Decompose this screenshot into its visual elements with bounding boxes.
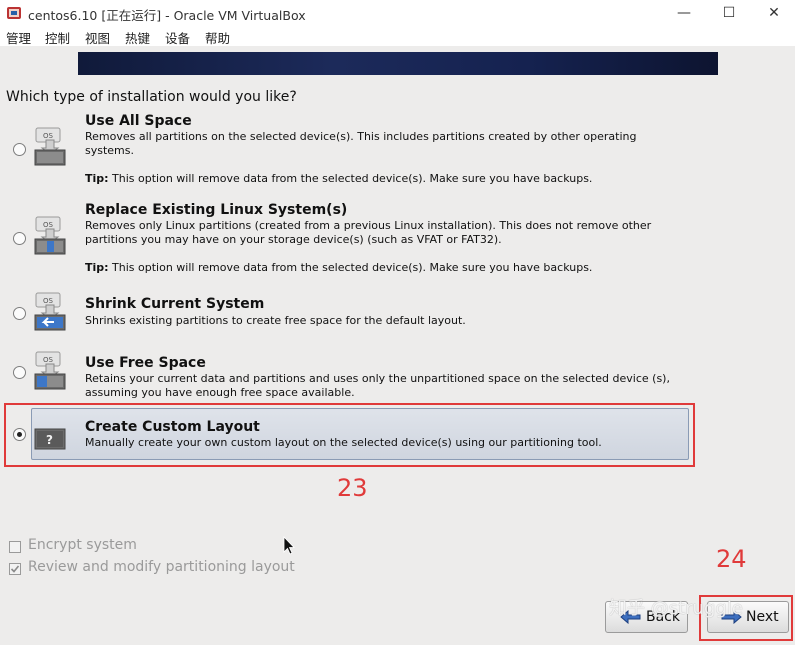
tip-text: This option will remove data from the se…: [112, 261, 593, 274]
option-description: Removes all partitions on the selected d…: [85, 130, 637, 157]
svg-text:OS: OS: [43, 221, 54, 229]
annotation-box-23: [4, 403, 695, 467]
disk-shrink-icon: OS: [34, 292, 66, 331]
option-shrink-current[interactable]: OS Shrink Current System Shrinks existin…: [0, 291, 700, 341]
checkmark-icon: [10, 565, 20, 573]
virtualbox-app-icon: [7, 7, 21, 19]
radio-use-free-space[interactable]: [13, 366, 26, 379]
menu-item-hotkey[interactable]: 热键: [125, 28, 150, 47]
radio-use-all-space[interactable]: [13, 143, 26, 156]
encrypt-system-checkbox[interactable]: [9, 541, 21, 553]
option-use-free-space[interactable]: OS Use Free Space Retains your current d…: [0, 350, 700, 400]
close-icon: ✕: [768, 5, 780, 21]
minimize-button[interactable]: —: [661, 2, 707, 24]
option-use-all-space[interactable]: OS Use All Space Removes all partitions …: [0, 112, 700, 192]
option-title: Use Free Space: [85, 355, 206, 371]
watermark: 知乎 @struggle: [609, 598, 743, 619]
installer-banner: [78, 52, 718, 75]
encrypt-system-label: Encrypt system: [28, 537, 137, 553]
menu-item-help[interactable]: 帮助: [205, 28, 230, 47]
option-description: Shrinks existing partitions to create fr…: [85, 314, 466, 327]
maximize-button[interactable]: ☐: [706, 2, 752, 24]
maximize-icon: ☐: [722, 5, 736, 21]
menu-item-view[interactable]: 视图: [85, 28, 110, 47]
menu-item-devices[interactable]: 设备: [165, 28, 190, 47]
annotation-label-23: 23: [337, 474, 368, 502]
radio-shrink-current[interactable]: [13, 307, 26, 320]
svg-text:OS: OS: [43, 132, 54, 140]
window-titlebar[interactable]: centos6.10 [正在运行] - Oracle VM VirtualBox…: [0, 0, 795, 26]
radio-replace-linux[interactable]: [13, 232, 26, 245]
close-button[interactable]: ✕: [751, 2, 795, 24]
disk-os-icon: OS: [34, 127, 66, 166]
tip-label: Tip:: [85, 172, 109, 185]
option-title: Use All Space: [85, 113, 192, 129]
installation-type-question: Which type of installation would you lik…: [6, 89, 297, 105]
option-description: Removes only Linux partitions (created f…: [85, 219, 652, 246]
svg-text:OS: OS: [43, 356, 54, 364]
tip-label: Tip:: [85, 261, 109, 274]
menu-bar: 管理 控制 视图 热键 设备 帮助: [0, 26, 795, 46]
mouse-cursor-icon: [283, 536, 295, 555]
disk-linux-icon: OS: [34, 216, 66, 255]
option-tip: Tip: This option will remove data from t…: [85, 172, 592, 185]
option-tip: Tip: This option will remove data from t…: [85, 261, 592, 274]
menu-item-manage[interactable]: 管理: [6, 28, 31, 47]
menu-item-control[interactable]: 控制: [45, 28, 70, 47]
installer-screen: Which type of installation would you lik…: [0, 46, 795, 645]
annotation-label-24: 24: [716, 545, 747, 573]
option-title: Replace Existing Linux System(s): [85, 202, 348, 218]
review-layout-checkbox[interactable]: [9, 563, 21, 575]
option-title: Shrink Current System: [85, 296, 265, 312]
review-layout-label: Review and modify partitioning layout: [28, 559, 295, 575]
tip-text: This option will remove data from the se…: [112, 172, 593, 185]
option-description: Retains your current data and partitions…: [85, 372, 670, 399]
option-replace-linux[interactable]: OS Replace Existing Linux System(s) Remo…: [0, 201, 700, 281]
disk-free-space-icon: OS: [34, 351, 66, 390]
minimize-icon: —: [677, 5, 691, 21]
svg-text:OS: OS: [43, 297, 54, 305]
window-title: centos6.10 [正在运行] - Oracle VM VirtualBox: [28, 8, 306, 23]
